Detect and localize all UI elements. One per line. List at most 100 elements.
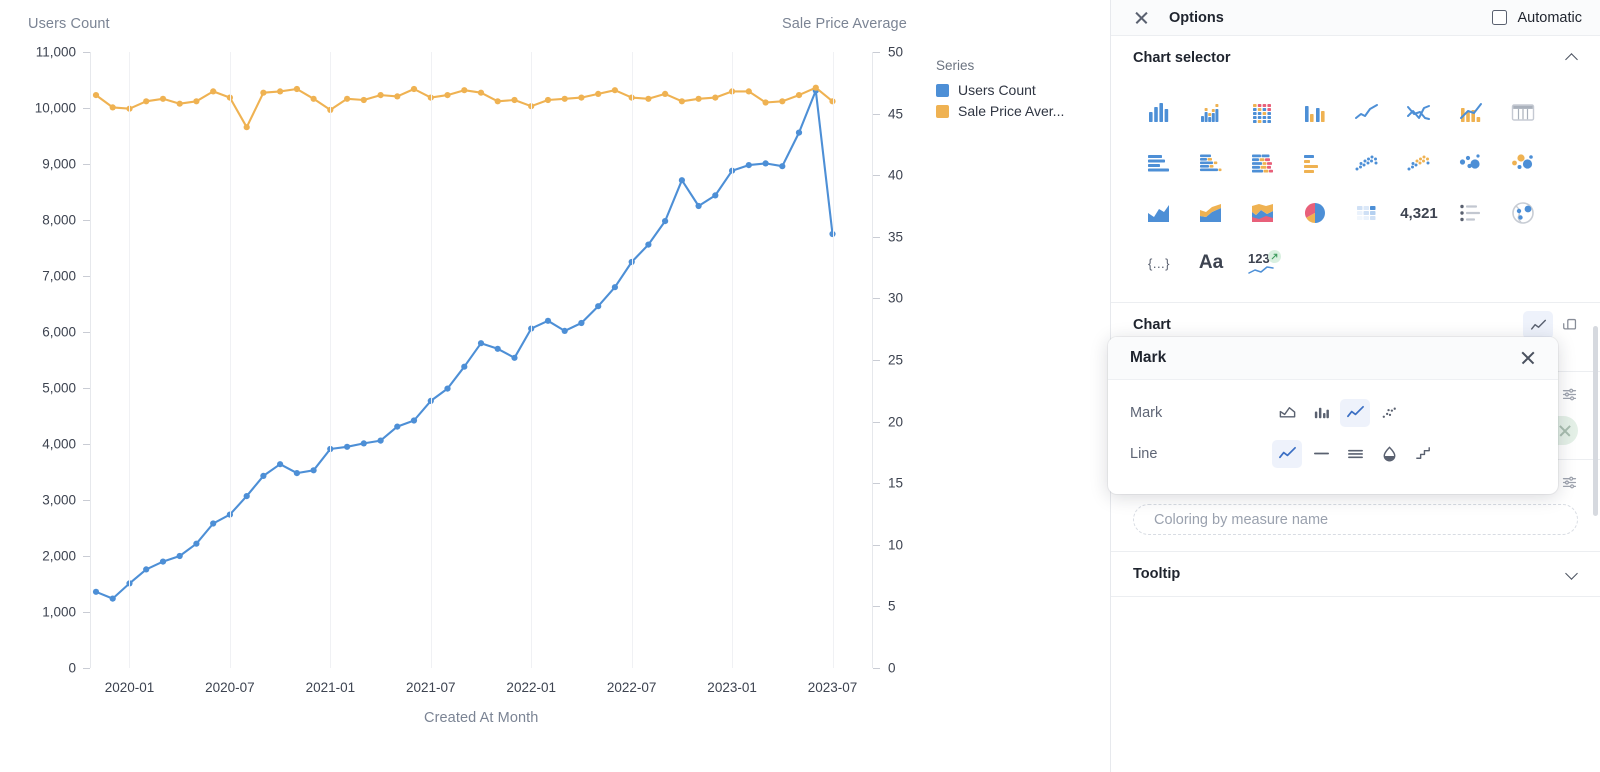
series-point[interactable] [210,88,216,94]
series-point[interactable] [712,192,718,198]
line-mark-icon[interactable] [1523,311,1553,339]
series-point[interactable] [361,440,367,446]
chevron-down-icon[interactable] [1566,568,1578,580]
series-point[interactable] [511,355,517,361]
series-point[interactable] [578,320,584,326]
series-point[interactable] [712,95,718,101]
series-point[interactable] [478,340,484,346]
series-point[interactable] [277,461,283,467]
line-chart-icon[interactable] [1341,88,1393,138]
series-point[interactable] [244,493,250,499]
legend-item[interactable]: Sale Price Aver... [936,103,1064,119]
series-point[interactable] [210,520,216,526]
line-mark-icon[interactable] [1340,399,1370,427]
series-point[interactable] [277,88,283,94]
horizontal-grouped-bar-icon[interactable] [1185,138,1237,188]
series-point[interactable] [746,162,752,168]
bar-mark-icon[interactable] [1306,399,1336,427]
series-point[interactable] [796,92,802,98]
series-point[interactable] [662,218,668,224]
series-point[interactable] [444,92,450,98]
text-icon[interactable]: Aa [1185,238,1237,288]
series-point[interactable] [645,96,651,102]
automatic-checkbox[interactable] [1492,10,1507,25]
series-point[interactable] [260,473,266,479]
duplicate-icon[interactable] [1561,317,1578,334]
panel-scrollbar[interactable] [1593,326,1598,516]
series-point[interactable] [645,242,651,248]
series-point[interactable] [779,98,785,104]
series-point[interactable] [93,589,99,595]
series-point[interactable] [746,88,752,94]
series-point[interactable] [511,97,517,103]
series-point[interactable] [177,101,183,107]
series-point[interactable] [378,438,384,444]
grouped-bar-chart-icon[interactable] [1185,88,1237,138]
sliders-icon[interactable] [1561,386,1578,403]
series-point[interactable] [595,303,601,309]
series-point[interactable] [679,177,685,183]
series-point[interactable] [294,470,300,476]
series-point[interactable] [578,95,584,101]
combo-bar-line-icon[interactable] [1445,88,1497,138]
bubble-chart-icon[interactable] [1445,138,1497,188]
series-point[interactable] [696,203,702,209]
streamgraph-icon[interactable] [1237,188,1289,238]
series-point[interactable] [461,87,467,93]
series-point[interactable] [495,98,501,104]
series-point[interactable] [478,90,484,96]
series-point[interactable] [411,417,417,423]
series-point[interactable] [763,160,769,166]
series-point[interactable] [110,104,116,110]
multi-line-chart-icon[interactable] [1393,88,1445,138]
series-point[interactable] [311,96,317,102]
close-icon[interactable] [1133,9,1150,26]
series-point[interactable] [595,91,601,97]
series-point[interactable] [394,93,400,99]
chart-selector-header[interactable]: Chart selector [1133,36,1578,80]
list-icon[interactable] [1445,188,1497,238]
series-point[interactable] [344,444,350,450]
series-point[interactable] [344,96,350,102]
horizontal-bar-icon[interactable] [1133,138,1185,188]
bar-chart-icon[interactable] [1133,88,1185,138]
series-point[interactable] [244,124,250,130]
step-line-icon[interactable] [1408,440,1438,468]
series-point[interactable] [562,328,568,334]
multi-series-scatter-icon[interactable] [1393,138,1445,188]
series-point[interactable] [177,553,183,559]
network-globe-icon[interactable] [1497,188,1549,238]
series-point[interactable] [110,596,116,602]
straight-line-icon[interactable] [1306,440,1336,468]
pie-chart-icon[interactable] [1289,188,1341,238]
series-point[interactable] [93,92,99,98]
tooltip-header[interactable]: Tooltip [1133,552,1578,596]
json-icon[interactable]: {...} [1133,238,1185,288]
horizontal-stacked-bar-icon[interactable] [1237,138,1289,188]
series-point[interactable] [679,98,685,104]
series-point[interactable] [495,346,501,352]
series-point[interactable] [260,90,266,96]
series-point[interactable] [193,98,199,104]
series-point[interactable] [562,96,568,102]
two-bar-compare-icon[interactable] [1289,88,1341,138]
series-point[interactable] [378,92,384,98]
series-point[interactable] [545,318,551,324]
series-point[interactable] [143,566,149,572]
scatter-mark-icon[interactable] [1374,399,1404,427]
area-mark-icon[interactable] [1272,399,1302,427]
series-point[interactable] [813,85,819,91]
curve-line-icon[interactable] [1272,440,1302,468]
close-icon[interactable] [1520,350,1536,366]
series-point[interactable] [311,467,317,473]
series-point[interactable] [662,91,668,97]
series-point[interactable] [763,99,769,105]
sliders-icon[interactable] [1561,474,1578,491]
big-number-icon[interactable]: 4,321 [1393,188,1445,238]
series-point[interactable] [160,559,166,565]
series-point[interactable] [612,284,618,290]
series-point[interactable] [545,97,551,103]
scatter-plot-icon[interactable] [1341,138,1393,188]
smooth-drop-icon[interactable] [1374,440,1404,468]
chevron-up-icon[interactable] [1566,52,1578,64]
